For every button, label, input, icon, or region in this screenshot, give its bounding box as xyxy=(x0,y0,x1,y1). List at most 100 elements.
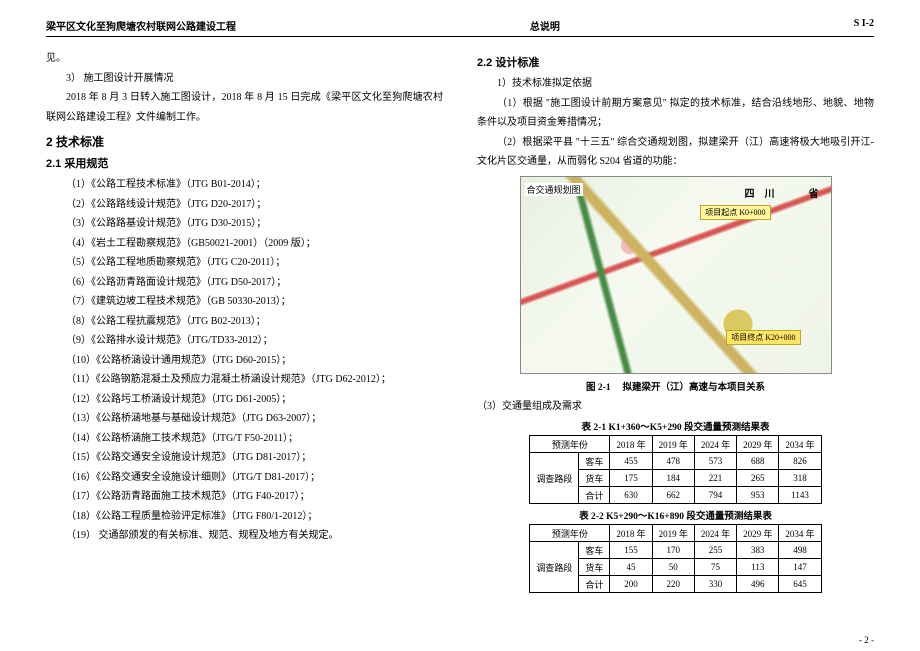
cell: 113 xyxy=(737,559,779,576)
row-label: 客车 xyxy=(579,542,610,559)
cell: 630 xyxy=(610,487,652,504)
map-callout: 项目起点 K0+000 xyxy=(700,205,770,220)
cell: 1143 xyxy=(779,487,821,504)
cell: 794 xyxy=(694,487,736,504)
map-figure: 合交通规划图 四 川 省 项目起点 K0+000 项目终点 K20+000 xyxy=(520,176,832,374)
cell: 45 xyxy=(610,559,652,576)
spec-item: （13）《公路桥涵地基与基础设计规范》（JTG D63-2007）； xyxy=(46,409,443,429)
spec-item: （7）《建筑边坡工程技术规范》（GB 50330-2013）； xyxy=(46,292,443,312)
right-column: 2.2 设计标准 1）技术标准拟定依据 （1）根据 "施工图设计前期方案意见" … xyxy=(477,49,874,597)
cell: 255 xyxy=(694,542,736,559)
spec-item: （6）《公路沥青路面设计规范》（JTG D50-2017）； xyxy=(46,273,443,293)
spec-item: （2）《公路路线设计规范》（JTG D20-2017）； xyxy=(46,195,443,215)
cell: 147 xyxy=(779,559,821,576)
spec-list: （1）《公路工程技术标准》（JTG B01-2014）；（2）《公路路线设计规范… xyxy=(46,175,443,546)
cell: 75 xyxy=(694,559,736,576)
cell: 496 xyxy=(737,576,779,593)
spec-item: （14）《公路桥涵施工技术规范》（JTG/T F50-2011）； xyxy=(46,429,443,449)
spec-item: （4）《岩土工程勘察规范》（GB50021-2001）（2009 版）； xyxy=(46,234,443,254)
cell: 170 xyxy=(652,542,694,559)
traffic-table-2: 预测年份2018 年2019 年2024 年2029 年2034 年调查路段客车… xyxy=(529,524,821,593)
cell: 221 xyxy=(694,470,736,487)
col-header: 2019 年 xyxy=(652,436,694,453)
cell: 573 xyxy=(694,453,736,470)
text-line: 2018 年 8 月 3 日转入施工图设计，2018 年 8 月 15 日完成《… xyxy=(46,88,443,127)
page-number: - 2 - xyxy=(859,635,874,645)
cell: 455 xyxy=(610,453,652,470)
header-left: 梁平区文化至狗爬塘农村联网公路建设工程 xyxy=(46,18,236,33)
header-center: 总说明 xyxy=(530,18,560,33)
cell: 175 xyxy=(610,470,652,487)
header-right: S I-2 xyxy=(854,18,874,33)
cell: 50 xyxy=(652,559,694,576)
traffic-table-1: 预测年份2018 年2019 年2024 年2029 年2034 年调查路段客车… xyxy=(529,435,821,504)
cell: 318 xyxy=(779,470,821,487)
col-header: 2024 年 xyxy=(694,525,736,542)
spec-item: （15）《公路交通安全设施设计规范》（JTG D81-2017）； xyxy=(46,448,443,468)
heading-3: 2.2 设计标准 xyxy=(477,54,874,70)
table-title: 表 2-2 K5+290～K16+890 段交通量预测结果表 xyxy=(477,508,874,522)
text-line: （3）交通量组成及需求 xyxy=(477,397,874,417)
col-header: 2029 年 xyxy=(737,525,779,542)
col-header: 2019 年 xyxy=(652,525,694,542)
col-header: 预测年份 xyxy=(530,525,610,542)
spec-item: （10）《公路桥涵设计通用规范》（JTG D60-2015）； xyxy=(46,351,443,371)
spec-item: （12）《公路圬工桥涵设计规范》（JTG D61-2005）； xyxy=(46,390,443,410)
spec-item: （3）《公路路基设计规范》（JTG D30-2015）； xyxy=(46,214,443,234)
spec-item: （19） 交通部颁发的有关标准、规范、规程及地方有关规定。 xyxy=(46,526,443,546)
cell: 662 xyxy=(652,487,694,504)
col-header: 2018 年 xyxy=(610,525,652,542)
left-column: 见。 3） 施工图设计开展情况 2018 年 8 月 3 日转入施工图设计，20… xyxy=(46,49,443,597)
spec-item: （18）《公路工程质量检验评定标准》（JTG F80/1-2012）； xyxy=(46,507,443,527)
spec-item: （8）《公路工程抗震规范》（JTG B02-2013）； xyxy=(46,312,443,332)
col-header: 2018 年 xyxy=(610,436,652,453)
cell: 826 xyxy=(779,453,821,470)
cell: 498 xyxy=(779,542,821,559)
row-label: 货车 xyxy=(579,470,610,487)
figure-caption: 图 2-1 拟建梁开（江）高速与本项目关系 xyxy=(477,379,874,393)
spec-item: （16）《公路交通安全设施设计细则》（JTG/T D81-2017）； xyxy=(46,468,443,488)
text-line: （2）根据梁平县 "十三五" 综合交通规划图，拟建梁开（江）高速将极大地吸引开江… xyxy=(477,133,874,172)
cell: 645 xyxy=(779,576,821,593)
heading-3: 2.1 采用规范 xyxy=(46,155,443,171)
spec-item: （1）《公路工程技术标准》（JTG B01-2014）； xyxy=(46,175,443,195)
row-header: 调查路段 xyxy=(530,542,579,593)
map-label: 省 xyxy=(809,185,819,200)
cell: 953 xyxy=(737,487,779,504)
spec-item: （11）《公路钢筋混凝土及预应力混凝土桥涵设计规范》（JTG D62-2012）… xyxy=(46,370,443,390)
col-header: 2029 年 xyxy=(737,436,779,453)
row-label: 合计 xyxy=(579,576,610,593)
text-line: 1）技术标准拟定依据 xyxy=(477,74,874,94)
spec-item: （5）《公路工程地质勘察规范》（JTG C20-2011）； xyxy=(46,253,443,273)
cell: 265 xyxy=(737,470,779,487)
cell: 478 xyxy=(652,453,694,470)
text-line: 见。 xyxy=(46,49,443,69)
heading-2: 2 技术标准 xyxy=(46,133,443,150)
map-label: 四 川 xyxy=(745,185,775,200)
map-callout: 项目终点 K20+000 xyxy=(726,330,800,345)
map-label: 合交通规划图 xyxy=(525,183,583,196)
cell: 688 xyxy=(737,453,779,470)
content-columns: 见。 3） 施工图设计开展情况 2018 年 8 月 3 日转入施工图设计，20… xyxy=(46,49,874,597)
col-header: 2034 年 xyxy=(779,436,821,453)
row-label: 货车 xyxy=(579,559,610,576)
page: 梁平区文化至狗爬塘农村联网公路建设工程 总说明 S I-2 见。 3） 施工图设… xyxy=(0,0,920,651)
row-header: 调查路段 xyxy=(530,453,579,504)
cell: 220 xyxy=(652,576,694,593)
spec-item: （9）《公路排水设计规范》（JTG/TD33-2012）； xyxy=(46,331,443,351)
cell: 200 xyxy=(610,576,652,593)
col-header: 预测年份 xyxy=(530,436,610,453)
table-title: 表 2-1 K1+360～K5+290 段交通量预测结果表 xyxy=(477,419,874,433)
text-line: （1）根据 "施工图设计前期方案意见" 拟定的技术标准，结合沿线地形、地貌、地物… xyxy=(477,94,874,133)
cell: 155 xyxy=(610,542,652,559)
cell: 184 xyxy=(652,470,694,487)
row-label: 客车 xyxy=(579,453,610,470)
header-rule xyxy=(46,36,874,37)
row-label: 合计 xyxy=(579,487,610,504)
page-header: 梁平区文化至狗爬塘农村联网公路建设工程 总说明 S I-2 xyxy=(46,18,874,33)
col-header: 2034 年 xyxy=(779,525,821,542)
cell: 330 xyxy=(694,576,736,593)
col-header: 2024 年 xyxy=(694,436,736,453)
text-line: 3） 施工图设计开展情况 xyxy=(46,69,443,89)
cell: 383 xyxy=(737,542,779,559)
